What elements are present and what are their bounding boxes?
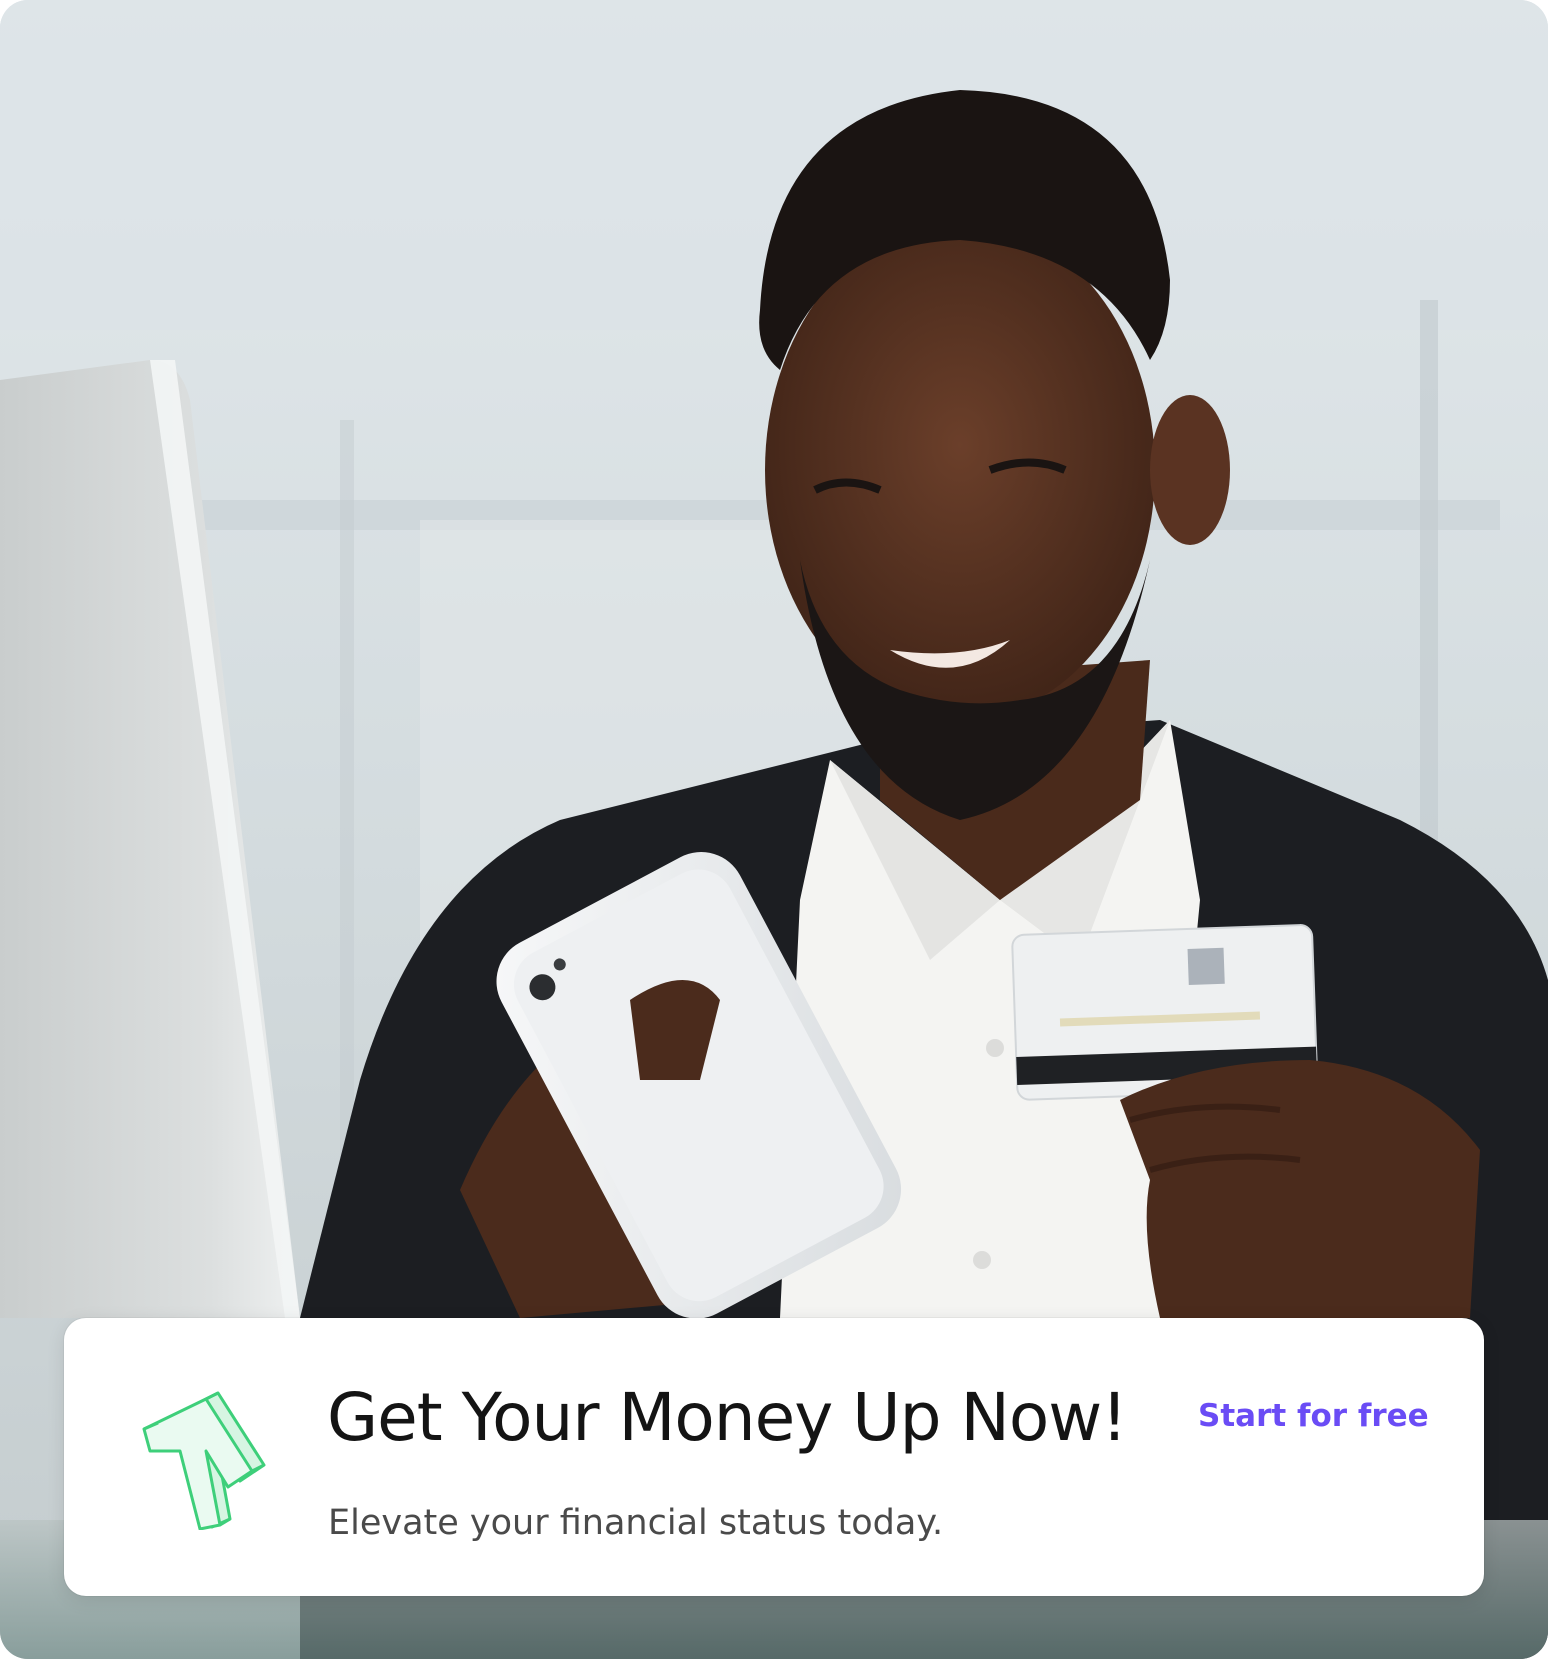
start-for-free-link[interactable]: Start for free [1198,1392,1429,1440]
promo-card: Get Your Money Up Now! Start for free El… [0,0,1548,1659]
promo-headline: Get Your Money Up Now! [327,1379,1128,1456]
up-arrow-logo-icon [142,1391,266,1530]
promo-subheadline: Elevate your financial status today. [328,1503,944,1543]
